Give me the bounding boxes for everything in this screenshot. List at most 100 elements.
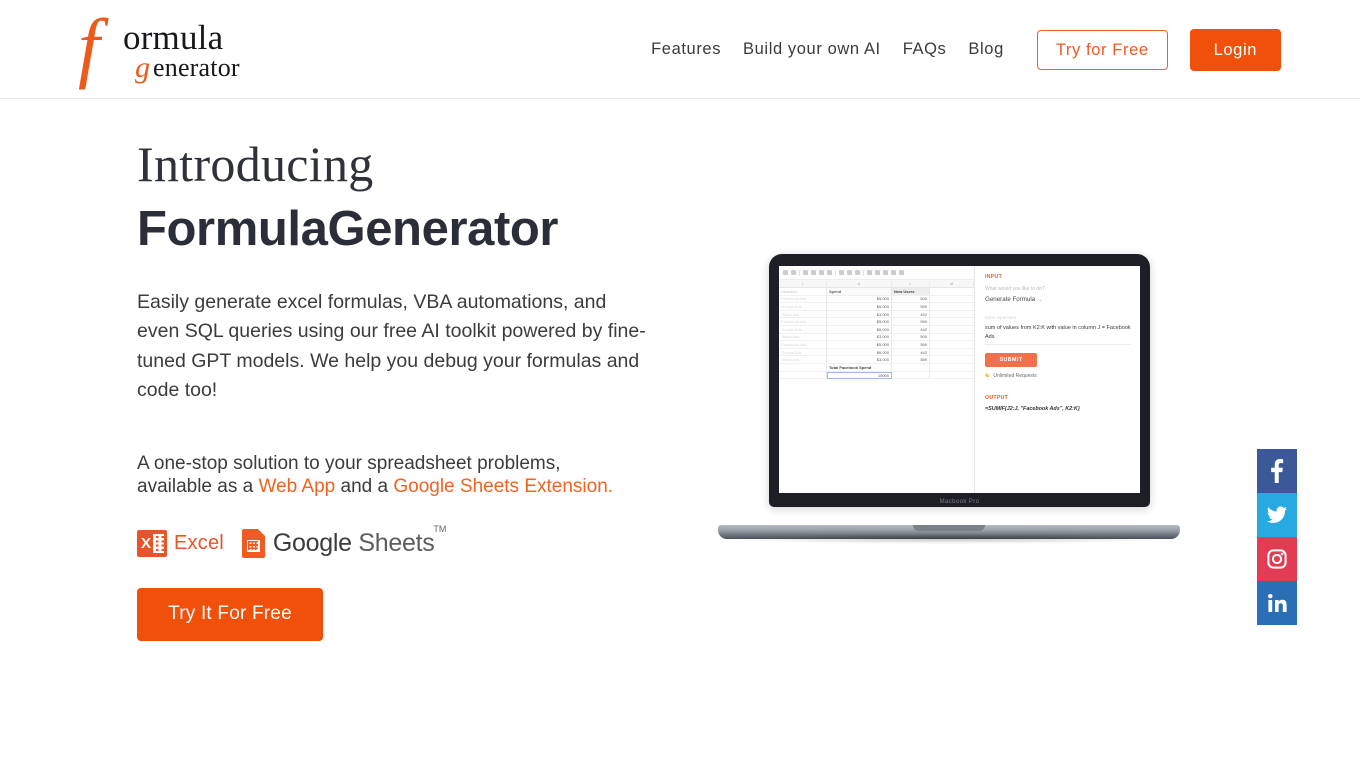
spreadsheet-cell[interactable]: $3,000 [827,333,892,342]
spreadsheet-cell[interactable] [930,311,974,319]
spreadsheet-cell[interactable]: 500 [892,333,930,342]
cell-new-users-header[interactable]: New Users [892,288,930,296]
submit-button[interactable]: SUBMIT [985,353,1037,368]
spreadsheet-cell[interactable]: $5,000 [827,295,892,304]
redo-icon[interactable] [791,270,796,275]
spreadsheet-cell[interactable] [930,334,974,342]
spreadsheet-row[interactable]: Google Ads $6,000 559 [779,303,974,311]
web-app-link[interactable]: Web App [258,476,335,497]
spreadsheet-cell[interactable] [930,349,974,357]
spreadsheet-cell[interactable]: Google Ads [779,325,827,334]
spreadsheet-cell[interactable] [930,296,974,304]
spreadsheet-cell[interactable] [892,371,930,380]
spreadsheet-cell[interactable] [892,363,930,372]
try-it-for-free-button[interactable]: Try It For Free [137,587,323,641]
spreadsheet-cell[interactable] [930,303,974,311]
login-button[interactable]: Login [1189,28,1281,71]
spreadsheet-row[interactable]: 15000 [779,371,974,380]
spreadsheet-cell[interactable] [779,371,827,380]
spreadsheet-row[interactable]: Channel Spend New Users [779,288,974,296]
laptop-shadow [732,534,1166,544]
spreadsheet-cell[interactable] [930,364,974,372]
logo-enerator-text: enerator [153,53,240,82]
spreadsheet-cell[interactable] [930,341,974,349]
cell-total-label[interactable]: Total Facebook Spend [827,363,892,372]
try-for-free-button[interactable]: Try for Free [1036,29,1168,70]
spreadsheet-cell[interactable] [930,372,974,380]
spreadsheet-row[interactable]: Google Ads $6,000 442 [779,325,974,334]
cell-spend-header[interactable]: Spend [827,288,892,296]
bold-icon[interactable] [803,270,808,275]
nav-link-build-your-own-ai[interactable]: Build your own AI [732,40,892,59]
prompt-input[interactable]: sum of values from K2:K with value in co… [985,324,1131,346]
spreadsheet-cell[interactable]: 559 [892,341,930,349]
spreadsheet-cell[interactable]: 442 [892,310,930,319]
vertical-align-icon[interactable] [875,270,880,275]
horizontal-align-icon[interactable] [867,270,872,275]
spreadsheet-cell[interactable]: Facebook Ads [779,318,827,326]
spreadsheet-cell[interactable]: $3,000 [827,310,892,319]
text-rotation-icon[interactable] [891,270,896,275]
spreadsheet-cell[interactable]: 442 [892,348,930,357]
spreadsheet-cell[interactable]: $6,000 [827,303,892,311]
spreadsheet-cell[interactable] [779,363,827,372]
spreadsheet-cell[interactable]: $6,000 [827,325,892,334]
mode-select[interactable]: Generate Formula ⌄ [985,296,1131,303]
nav-link-features[interactable]: Features [640,40,732,59]
spreadsheet-row[interactable]: Google Ads $6,000 442 [779,348,974,357]
spreadsheet-cell[interactable]: Facebook Ads [779,295,827,304]
spreadsheet-cell[interactable] [930,326,974,334]
column-header-l[interactable]: L [892,281,930,286]
linkedin-share-button[interactable] [1257,581,1297,625]
spreadsheet-cell[interactable]: 559 [892,318,930,326]
column-header-m[interactable]: M [930,281,974,286]
spreadsheet-toolbar[interactable] [779,266,974,280]
spreadsheet-row[interactable]: Facebook Ads $5,000 559 [779,318,974,326]
facebook-icon [1271,459,1284,483]
spreadsheet-cell[interactable]: Google Ads [779,303,827,311]
spreadsheet-cell[interactable]: 559 [892,356,930,364]
undo-icon[interactable] [783,270,788,275]
borders-icon[interactable] [847,270,852,275]
more-options-icon[interactable] [899,270,904,275]
column-header-j[interactable]: J [779,281,827,286]
spreadsheet-cell[interactable] [930,318,974,326]
cell-channel-header[interactable]: Channel [779,288,827,296]
fill-color-icon[interactable] [839,270,844,275]
nav-link-blog[interactable]: Blog [957,40,1014,59]
facebook-share-button[interactable] [1257,449,1297,493]
text-color-icon[interactable] [827,270,832,275]
spreadsheet-cell[interactable]: 442 [892,325,930,334]
spreadsheet-cell[interactable]: $6,000 [827,348,892,357]
excel-label: Excel [174,531,224,554]
spreadsheet-cell[interactable]: Tiktok Ads [779,333,827,342]
spreadsheet-row[interactable]: Facebook Ads $5,000 500 [779,295,974,304]
spreadsheet-cell[interactable]: Tiktok Ads [779,310,827,319]
spreadsheet-cell[interactable]: 500 [892,295,930,304]
spreadsheet-cell[interactable]: Tiktok Ads [779,356,827,364]
spreadsheet-row[interactable]: Tiktok Ads $3,000 559 [779,356,974,364]
spreadsheet-cell[interactable]: Google Ads [779,348,827,357]
column-header-k[interactable]: K [827,281,892,286]
spreadsheet-cell[interactable] [930,288,974,296]
spreadsheet-row[interactable]: Tiktok Ads $3,000 500 [779,333,974,342]
spreadsheet-cell[interactable] [930,356,974,364]
spreadsheet-cell[interactable]: $5,000 [827,318,892,326]
twitter-share-button[interactable] [1257,493,1297,537]
cell-total-value[interactable]: 15000 [827,371,892,380]
italic-icon[interactable] [811,270,816,275]
spreadsheet-row[interactable]: Tiktok Ads $3,000 442 [779,310,974,319]
spreadsheet-row[interactable]: Total Facebook Spend [779,363,974,372]
nav-link-faqs[interactable]: FAQs [892,40,958,59]
spreadsheet-cell[interactable]: $5,000 [827,341,892,349]
instagram-share-button[interactable] [1257,537,1297,581]
google-sheets-extension-link[interactable]: Google Sheets Extension. [393,476,613,497]
spreadsheet-cell[interactable]: 559 [892,303,930,311]
spreadsheet-cell[interactable]: Facebook Ads [779,341,827,349]
strikethrough-icon[interactable] [819,270,824,275]
text-wrap-icon[interactable] [883,270,888,275]
spreadsheet-cell[interactable]: $3,000 [827,356,892,364]
spreadsheet-row[interactable]: Facebook Ads $5,000 559 [779,341,974,349]
merge-cells-icon[interactable] [855,270,860,275]
site-logo[interactable]: f ormula g enerator [78,6,248,88]
